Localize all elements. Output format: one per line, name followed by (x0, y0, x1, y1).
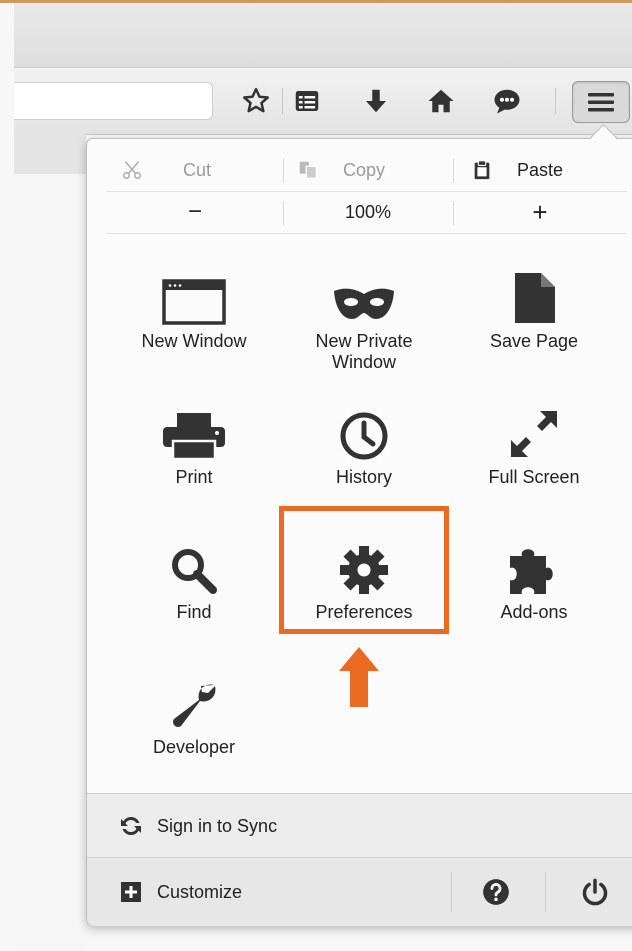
copy-label: Copy (343, 159, 386, 180)
find-button[interactable]: Find (109, 536, 279, 623)
addons-label: Add-ons (500, 602, 568, 622)
new-private-window-label-line2: Window (331, 352, 397, 372)
puzzle-piece-icon (510, 549, 553, 594)
sync-icon (121, 817, 141, 835)
full-screen-label: Full Screen (488, 467, 580, 487)
footer-separator (451, 872, 452, 912)
star-icon[interactable] (241, 86, 271, 116)
print-label: Print (175, 467, 213, 487)
page-icon (515, 273, 555, 323)
hamburger-menu-icon (588, 93, 614, 112)
help-icon (483, 879, 509, 905)
mask-icon (334, 288, 394, 319)
zoom-reset-button[interactable]: 100% (283, 191, 453, 233)
customize-button[interactable]: Customize (87, 858, 479, 926)
zoom-level: 100% (344, 201, 392, 222)
developer-label: Developer (152, 737, 236, 757)
history-button[interactable]: History (279, 401, 449, 488)
download-arrow-icon[interactable] (361, 86, 391, 116)
cut-label: Cut (183, 159, 212, 180)
window-icon (162, 279, 226, 325)
tab-strip-remnant (14, 134, 86, 174)
new-private-window-label: New Private (315, 331, 413, 351)
up-arrow-icon (339, 647, 379, 707)
copy-button[interactable]: Copy (297, 149, 385, 191)
expand-arrows-icon (511, 411, 557, 457)
cut-button[interactable]: Cut (121, 149, 211, 191)
power-icon (582, 878, 608, 906)
printer-icon (163, 413, 225, 461)
url-bar[interactable] (14, 82, 213, 120)
edit-controls-row: Cut Copy Paste (107, 149, 627, 192)
new-window-label: New Window (141, 331, 247, 351)
preferences-highlight-box (279, 506, 449, 634)
full-screen-button[interactable]: Full Screen (449, 401, 619, 488)
minus-icon: − (187, 198, 202, 225)
find-label: Find (176, 602, 212, 622)
history-label: History (335, 467, 392, 487)
zoom-controls-row: − 100% + (107, 191, 627, 234)
addons-button[interactable]: Add-ons (449, 536, 619, 623)
scissors-icon (123, 161, 141, 179)
customize-footer: Customize (87, 857, 632, 926)
footer-separator (545, 872, 546, 912)
sign-in-to-sync-button[interactable]: Sign in to Sync (87, 793, 632, 858)
clock-icon (340, 412, 388, 460)
new-private-window-button[interactable]: New Private Window (279, 265, 449, 373)
zoom-out-button[interactable]: − (107, 191, 283, 233)
wrench-icon (173, 684, 216, 727)
plus-box-icon (121, 882, 141, 902)
magnifier-icon (172, 549, 217, 594)
title-bar (14, 3, 632, 67)
save-page-label: Save Page (489, 331, 579, 351)
chat-icon[interactable] (492, 86, 522, 116)
paste-label: Paste (517, 159, 564, 180)
new-window-button[interactable]: New Window (109, 265, 279, 352)
edit-separator (453, 159, 454, 183)
paste-button[interactable]: Paste (471, 149, 563, 191)
edit-separator (283, 159, 284, 183)
toolbar-separator (555, 88, 556, 114)
customize-label: Customize (157, 881, 243, 902)
save-page-button[interactable]: Save Page (449, 265, 619, 352)
home-icon[interactable] (426, 86, 456, 116)
copy-icon (299, 161, 317, 179)
page-content-area (14, 134, 86, 951)
hamburger-menu-panel: Cut Copy Paste − 100% + New Window New P… (86, 138, 632, 926)
help-button[interactable] (482, 878, 510, 906)
developer-button[interactable]: Developer (109, 671, 279, 758)
print-button[interactable]: Print (109, 401, 279, 488)
clipboard-icon (474, 160, 490, 180)
toolbar-separator (282, 88, 283, 114)
reading-list-icon[interactable] (292, 86, 322, 116)
navigation-toolbar (14, 67, 632, 135)
quit-button[interactable] (581, 878, 609, 906)
sync-label: Sign in to Sync (157, 815, 278, 836)
zoom-in-button[interactable]: + (453, 191, 627, 233)
hamburger-menu-button[interactable] (572, 81, 630, 123)
plus-icon: + (532, 196, 548, 227)
